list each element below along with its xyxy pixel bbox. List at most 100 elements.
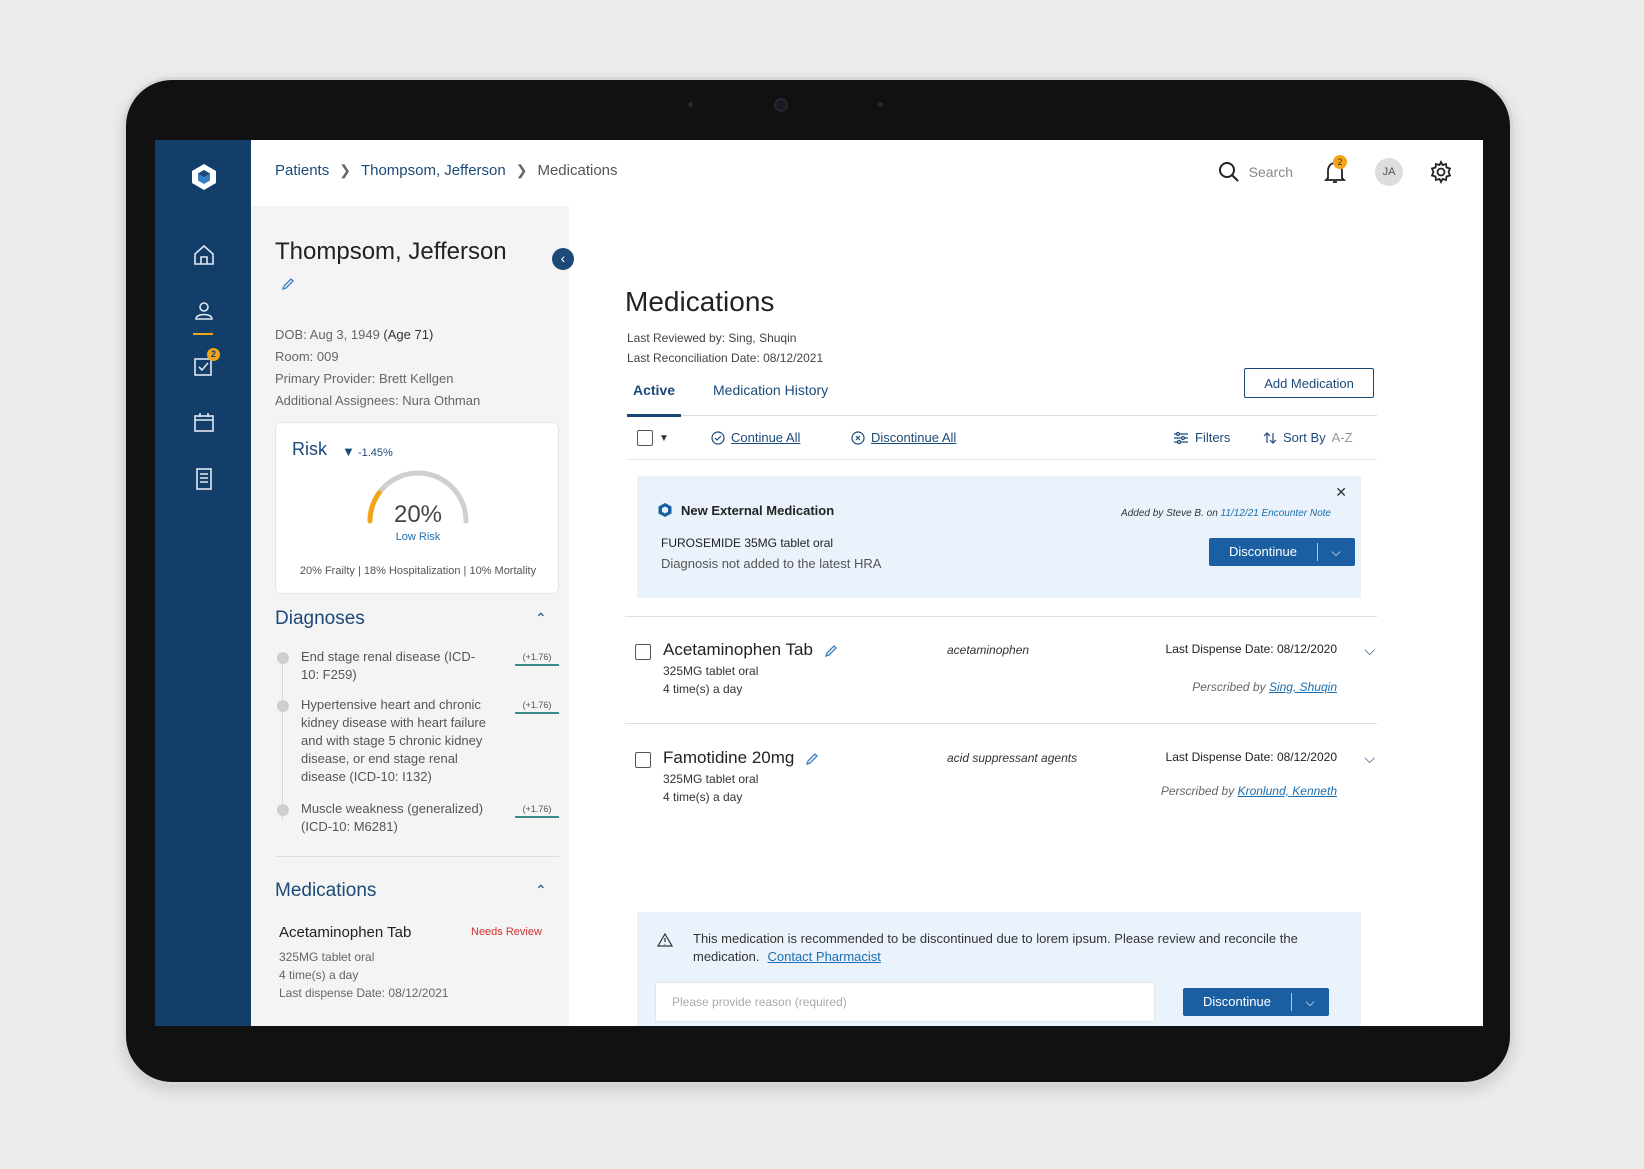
- row-checkbox[interactable]: [635, 644, 651, 660]
- patient-name-text: Thompsom, Jefferson: [275, 238, 507, 265]
- medication-frequency: 4 time(s) a day: [663, 682, 743, 696]
- list-toolbar: ▼ Continue All Discontinue All Filters S…: [627, 420, 1377, 460]
- app-logo-icon[interactable]: [189, 162, 219, 192]
- sidebar: 2: [155, 140, 251, 1026]
- added-by-text: Added by Steve B. on: [1121, 508, 1218, 519]
- filters-button[interactable]: Filters: [1173, 430, 1230, 445]
- active-nav-indicator: [193, 333, 213, 335]
- risk-stats: 20% Frailty | 18% Hospitalization | 10% …: [299, 565, 537, 577]
- patient-panel: Thompsom, Jefferson DOB: Aug 3, 1949 (Ag…: [251, 206, 569, 1026]
- diagnosis-item[interactable]: End stage renal disease (ICD-10: F259) (…: [275, 648, 559, 688]
- diagnosis-item[interactable]: Hypertensive heart and chronic kidney di…: [275, 696, 559, 788]
- diagnosis-text: Hypertensive heart and chronic kidney di…: [301, 697, 486, 784]
- review-meta: Last Reviewed by: Sing, Shuqin Last Reco…: [627, 328, 823, 368]
- diagnosis-text: Muscle weakness (generalized) (ICD-10: M…: [301, 801, 484, 834]
- encounter-note-link[interactable]: 11/12/21 Encounter Note: [1221, 508, 1331, 519]
- external-note: Diagnosis not added to the latest HRA: [661, 556, 882, 571]
- timeline-dot: [277, 804, 289, 816]
- chevron-up-icon[interactable]: ⌃: [535, 610, 547, 627]
- reason-input[interactable]: [655, 982, 1155, 1022]
- medication-row[interactable]: Famotidine 20mg 325MG tablet oral 4 time…: [635, 748, 1375, 828]
- tasks-icon[interactable]: 2: [191, 348, 220, 380]
- patient-dob: DOB: Aug 3, 1949: [275, 327, 380, 342]
- edit-pencil-icon[interactable]: [824, 644, 838, 658]
- close-icon[interactable]: ✕: [1335, 484, 1347, 501]
- patient-age: (Age 71): [383, 327, 434, 342]
- patient-provider: Primary Provider: Brett Kellgen: [275, 371, 454, 386]
- row-divider: [625, 723, 1377, 724]
- discontinue-all-label: Discontinue All: [871, 430, 957, 445]
- tablet-frame: 2 Patients ❯ Thompsom, Jefferson ❯ Medic…: [126, 80, 1510, 1082]
- sort-button[interactable]: Sort By A-Z: [1263, 430, 1353, 445]
- sliders-icon: [1174, 431, 1188, 444]
- sort-arrows-icon: [1263, 431, 1277, 444]
- chevron-down-icon[interactable]: ⌵: [1364, 642, 1375, 659]
- medication-class: acid suppressant agents: [947, 751, 1078, 765]
- edit-pencil-icon[interactable]: [805, 752, 819, 766]
- needs-review-badge: Needs Review: [471, 926, 542, 938]
- last-reviewed: Last Reviewed by: Sing, Shuqin: [627, 331, 797, 345]
- notifications-button[interactable]: 2: [1323, 155, 1347, 185]
- calendar-icon[interactable]: [191, 410, 217, 436]
- left-medication-dose: 325MG tablet oral: [279, 950, 375, 964]
- patient-icon[interactable]: [191, 298, 217, 324]
- medication-name-text: Famotidine 20mg: [663, 748, 795, 767]
- prescribed-by: Perscribed by Kronlund, Kenneth: [1161, 784, 1337, 798]
- continue-all-button[interactable]: Continue All: [711, 430, 800, 445]
- tasks-badge: 2: [207, 348, 220, 361]
- discontinue-button-label[interactable]: Discontinue: [1183, 988, 1291, 1016]
- chevron-down-icon[interactable]: ⌵: [1317, 538, 1355, 566]
- avatar[interactable]: JA: [1375, 158, 1403, 186]
- search-button[interactable]: Search: [1217, 160, 1293, 184]
- medication-row[interactable]: Acetaminophen Tab 325MG tablet oral 4 ti…: [635, 640, 1375, 720]
- chevron-up-icon[interactable]: ⌃: [535, 882, 547, 899]
- left-medication-name[interactable]: Acetaminophen Tab: [279, 924, 411, 941]
- home-icon[interactable]: [191, 242, 217, 268]
- medication-name: Acetaminophen Tab: [663, 640, 838, 660]
- caret-down-icon[interactable]: ▼: [659, 433, 669, 444]
- sort-value: A-Z: [1331, 430, 1353, 445]
- diagnosis-score: (+1.76): [515, 650, 559, 666]
- discontinue-split-button[interactable]: Discontinue ⌵: [1209, 538, 1355, 566]
- discontinue-split-button[interactable]: Discontinue ⌵: [1183, 988, 1329, 1016]
- prescribed-by: Perscribed by Sing, Shuqin: [1192, 680, 1337, 694]
- chevron-down-icon[interactable]: ⌵: [1364, 750, 1375, 767]
- tab-bar: Active Medication History: [626, 382, 1377, 417]
- main-content: Medications Last Reviewed by: Sing, Shuq…: [569, 206, 1483, 1026]
- tab-medication-history[interactable]: Medication History: [713, 382, 828, 398]
- medication-name-text: Acetaminophen Tab: [663, 640, 813, 659]
- prescriber-link[interactable]: Sing, Shuqin: [1269, 680, 1337, 694]
- medication-frequency: 4 time(s) a day: [663, 790, 743, 804]
- select-all-checkbox[interactable]: [637, 430, 653, 446]
- contact-pharmacist-link[interactable]: Contact Pharmacist: [767, 949, 880, 964]
- medication-name: Famotidine 20mg: [663, 748, 819, 768]
- last-dispense-date: Last Dispense Date: 08/12/2020: [1165, 750, 1337, 764]
- select-all-control[interactable]: ▼: [637, 430, 669, 446]
- edit-pencil-icon[interactable]: [281, 277, 295, 291]
- risk-delta: ▼ -1.45%: [342, 444, 393, 459]
- patient-info: DOB: Aug 3, 1949 (Age 71) Room: 009 Prim…: [275, 324, 480, 412]
- timeline-dot: [277, 652, 289, 664]
- external-added-by: Added by Steve B. on 11/12/21 Encounter …: [1121, 508, 1331, 519]
- external-alert-header: New External Medication: [657, 502, 834, 518]
- breadcrumb-patient[interactable]: Thompsom, Jefferson: [361, 162, 506, 179]
- filters-label: Filters: [1195, 430, 1231, 445]
- gear-icon[interactable]: [1429, 160, 1453, 184]
- tab-active[interactable]: Active: [626, 382, 682, 417]
- chevron-down-icon[interactable]: ⌵: [1291, 988, 1329, 1016]
- document-icon[interactable]: [191, 466, 217, 492]
- discontinue-recommendation: This medication is recommended to be dis…: [637, 912, 1361, 1026]
- risk-delta-value: -1.45%: [357, 447, 393, 459]
- chevron-right-icon: ❯: [339, 162, 351, 178]
- discontinue-button-label[interactable]: Discontinue: [1209, 538, 1317, 566]
- breadcrumb-patients[interactable]: Patients: [275, 162, 329, 179]
- prescriber-link[interactable]: Kronlund, Kenneth: [1238, 784, 1337, 798]
- last-reconciliation: Last Reconciliation Date: 08/12/2021: [627, 351, 824, 365]
- risk-level-label: Low Risk: [395, 531, 441, 543]
- discontinue-all-button[interactable]: Discontinue All: [851, 430, 956, 445]
- check-circle-icon: [711, 430, 725, 445]
- left-medication-details: 325MG tablet oral 4 time(s) a day Last d…: [279, 948, 448, 1002]
- collapse-panel-button[interactable]: ‹: [552, 248, 574, 270]
- row-checkbox[interactable]: [635, 752, 651, 768]
- diagnosis-item[interactable]: Muscle weakness (generalized) (ICD-10: M…: [275, 800, 559, 840]
